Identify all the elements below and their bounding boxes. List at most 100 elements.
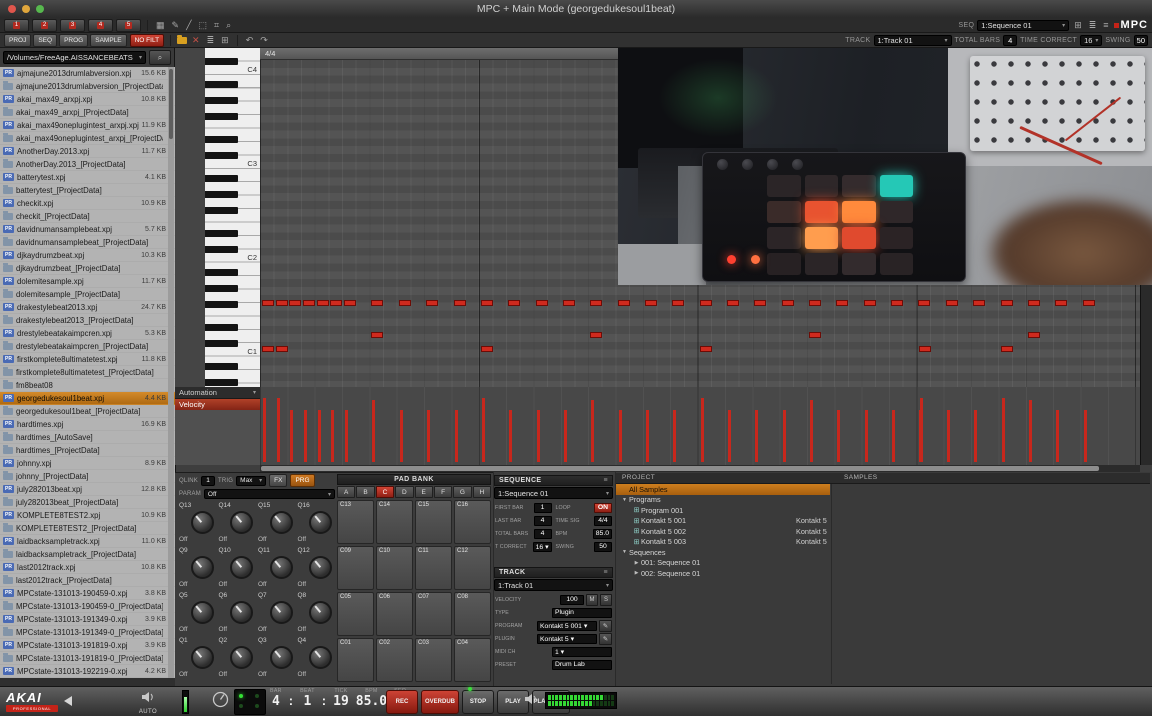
file-row[interactable]: PR drestylebeatakaimpcren.xpj 5.3 KB: [0, 327, 175, 340]
midi-note[interactable]: [836, 300, 849, 306]
grid-icon[interactable]: ⊞: [219, 35, 231, 46]
sequence-selector[interactable]: 1:Sequence 01 ▾: [977, 19, 1070, 31]
velocity-bar[interactable]: [864, 410, 868, 462]
midi-note[interactable]: [371, 332, 384, 338]
midi-note[interactable]: [699, 300, 712, 306]
file-row[interactable]: PR djkaydrumzbeat.xpj 10.3 KB: [0, 249, 175, 262]
file-row[interactable]: PR KOMPLETE8TEST2.xpj 10.9 KB: [0, 509, 175, 522]
field-value[interactable]: Plugin: [552, 607, 612, 618]
file-row[interactable]: dolemitesample_[ProjectData]: [0, 288, 175, 301]
field-value[interactable]: 4: [533, 528, 552, 539]
file-row[interactable]: PR july282013beat.xpj 12.8 KB: [0, 483, 175, 496]
velocity-bar[interactable]: [728, 410, 731, 462]
velocity-bar[interactable]: [974, 410, 978, 462]
pad-c12[interactable]: C12: [454, 546, 491, 590]
qlink-knob[interactable]: [230, 556, 253, 579]
velocity-bar[interactable]: [673, 410, 677, 462]
midi-note[interactable]: [672, 300, 685, 306]
midi-note[interactable]: [891, 300, 904, 306]
track-selector[interactable]: 1:Track 01 ▾: [873, 34, 952, 46]
midi-note[interactable]: [754, 300, 767, 306]
metronome-button[interactable]: [212, 691, 229, 713]
file-row[interactable]: MPCstate-131013-191349-0_[ProjectData]: [0, 626, 175, 639]
velocity-bar[interactable]: [1029, 400, 1033, 462]
midi-note[interactable]: [644, 300, 657, 306]
file-row[interactable]: PR laidbacksampletrack.xpj 11.0 KB: [0, 535, 175, 548]
black-key[interactable]: [205, 96, 238, 104]
file-row[interactable]: PR georgedukesoul1beat.xpj 4.4 KB: [0, 392, 175, 405]
mode-button-3[interactable]: 3: [60, 18, 85, 32]
file-row[interactable]: last2012track_[ProjectData]: [0, 574, 175, 587]
field-value[interactable]: Drum Lab: [552, 659, 612, 670]
velocity-bar[interactable]: [304, 410, 307, 462]
list-icon[interactable]: ≣: [205, 35, 217, 46]
file-row[interactable]: PR MPCstate-131013-191349-0.xpj 3.9 KB: [0, 613, 175, 626]
file-row[interactable]: drestylebeatakaimpcren_[ProjectData]: [0, 340, 175, 353]
rec-button[interactable]: REC: [386, 690, 418, 714]
browser-path-dropdown[interactable]: /Volumes/FreeAge.AISSANCEBEATS ▾: [3, 51, 146, 64]
qlink-knob[interactable]: [190, 601, 214, 624]
black-key[interactable]: [205, 206, 238, 214]
time-correct-value[interactable]: 16 ▾: [1080, 34, 1103, 46]
midi-note[interactable]: [371, 300, 384, 306]
velocity-lane[interactable]: [260, 387, 1140, 465]
pad-c06[interactable]: C06: [376, 592, 413, 636]
project-tree-item[interactable]: ▶ 001: Sequence 01: [616, 558, 1150, 569]
mute-button[interactable]: M: [586, 593, 598, 606]
black-key[interactable]: [205, 136, 238, 143]
file-row[interactable]: PR AnotherDay.2013.xpj 11.7 KB: [0, 145, 175, 158]
black-key[interactable]: [205, 363, 238, 371]
horizontal-scrollbar[interactable]: [260, 465, 1140, 472]
field-value[interactable]: Kontakt 5 ▾: [537, 633, 597, 644]
sequence-dropdown[interactable]: 1:Sequence 01 ▾: [494, 487, 613, 499]
velocity-bar[interactable]: [454, 410, 458, 462]
track-dropdown[interactable]: 1:Track 01 ▾: [494, 579, 613, 591]
midi-note[interactable]: [303, 300, 315, 306]
midi-note[interactable]: [863, 300, 876, 306]
velocity-bar[interactable]: [701, 398, 704, 462]
midi-note[interactable]: [1027, 300, 1040, 306]
midi-note[interactable]: [562, 300, 575, 306]
midi-note[interactable]: [590, 332, 603, 338]
pencil-tool-icon[interactable]: ✎: [170, 20, 182, 31]
field-value[interactable]: ON: [594, 502, 612, 513]
black-key[interactable]: [205, 245, 238, 253]
section-button-prog[interactable]: PROG: [59, 33, 89, 47]
file-row[interactable]: fm8beat08: [0, 379, 175, 392]
file-row[interactable]: hardtimes_[AutoSave]: [0, 431, 175, 444]
midi-note[interactable]: [535, 300, 548, 306]
qlink-knob[interactable]: [230, 646, 253, 669]
velocity-bar[interactable]: [372, 400, 376, 462]
qlink-prg-button[interactable]: PRG: [290, 474, 315, 487]
qlink-param-dropdown[interactable]: Off ▾: [203, 489, 335, 499]
midi-note[interactable]: [781, 300, 794, 306]
list-view-icon[interactable]: ≣: [1087, 20, 1099, 31]
velocity-bar[interactable]: [1002, 398, 1005, 462]
automation-header[interactable]: Automation ▾: [175, 387, 260, 399]
velocity-bar[interactable]: [946, 410, 950, 462]
qlink-knob[interactable]: [190, 511, 214, 534]
velocity-value[interactable]: 100: [560, 594, 584, 605]
qlink-knob[interactable]: [309, 511, 332, 534]
qlink-knob[interactable]: [309, 601, 332, 624]
project-tree-item[interactable]: ⊞ Kontakt 5 002 Kontakt 5: [616, 526, 1150, 537]
qlink-knob[interactable]: [269, 601, 293, 624]
swing-value[interactable]: 50: [1133, 34, 1148, 46]
midi-note[interactable]: [275, 300, 288, 306]
field-value[interactable]: 1: [533, 502, 552, 513]
midi-note[interactable]: [398, 300, 411, 306]
velocity-bar[interactable]: [563, 410, 567, 462]
file-row[interactable]: PR MPCstate-131013-190459-0.xpj 3.8 KB: [0, 587, 175, 600]
file-row[interactable]: georgedukesoul1beat_[ProjectData]: [0, 405, 175, 418]
qlink-knob[interactable]: [269, 646, 293, 669]
velocity-bar[interactable]: [290, 410, 294, 462]
midi-note[interactable]: [945, 300, 958, 306]
file-row[interactable]: MPCstate-131013-190459-0_[ProjectData]: [0, 600, 175, 613]
midi-note[interactable]: [453, 300, 466, 306]
pad-bank-button-A[interactable]: A: [337, 486, 356, 498]
menu-icon[interactable]: ≡: [604, 477, 609, 484]
pad-c13[interactable]: C13: [337, 500, 374, 544]
pad-c02[interactable]: C02: [376, 638, 413, 682]
mode-button-5[interactable]: 5: [116, 18, 141, 32]
qlink-knob[interactable]: [190, 556, 214, 579]
